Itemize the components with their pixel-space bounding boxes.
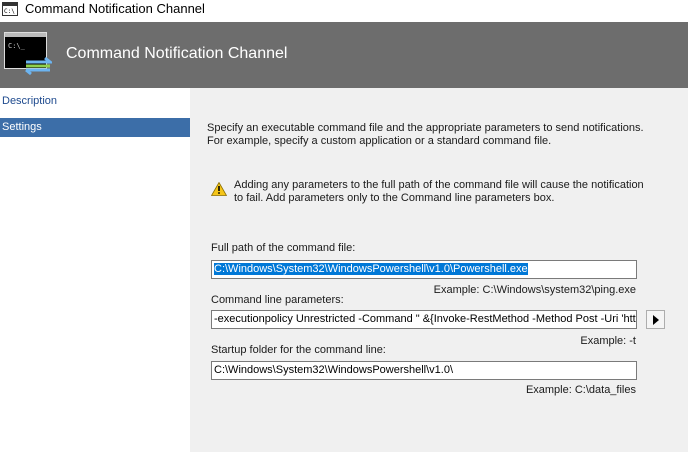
warning-icon: [211, 182, 227, 196]
warning-line: to fail. Add parameters only to the Comm…: [234, 192, 555, 204]
full-path-label: Full path of the command file:: [211, 242, 356, 254]
sidebar: Description Settings: [0, 88, 190, 452]
triangle-right-icon: [653, 315, 659, 325]
terminal-icon: C:\: [2, 2, 18, 16]
warning-line: Adding any parameters to the full path o…: [234, 179, 644, 191]
startup-folder-example: Example: C:\data_files: [525, 384, 636, 396]
command-line-input[interactable]: -executionpolicy Unrestricted -Command "…: [211, 310, 637, 329]
svg-text:C:\: C:\: [4, 8, 15, 15]
startup-folder-value: C:\Windows\System32\WindowsPowershell\v1…: [214, 364, 454, 376]
title-bar: C:\ Command Notification Channel: [0, 0, 688, 22]
command-line-label: Command line parameters:: [211, 294, 344, 306]
intro-line: Specify an executable command file and t…: [207, 122, 644, 134]
command-channel-icon: C:\_: [4, 32, 52, 76]
settings-panel: Specify an executable command file and t…: [190, 88, 688, 452]
command-line-example: Example: -t: [580, 335, 636, 347]
insert-parameter-button[interactable]: [646, 310, 665, 329]
sidebar-item-description[interactable]: Description: [0, 92, 190, 111]
full-path-example: Example: C:\Windows\system32\ping.exe: [433, 284, 636, 296]
header-title: Command Notification Channel: [66, 45, 288, 62]
startup-folder-input[interactable]: C:\Windows\System32\WindowsPowershell\v1…: [211, 361, 637, 380]
command-line-value: -executionpolicy Unrestricted -Command "…: [214, 313, 637, 325]
svg-text:C:\_: C:\_: [8, 42, 26, 50]
window-title: Command Notification Channel: [25, 1, 205, 16]
startup-folder-label: Startup folder for the command line:: [211, 344, 386, 356]
intro-text: Specify an executable command file and t…: [207, 122, 677, 148]
header-banner: C:\_ Command Notification Channel: [0, 22, 688, 88]
full-path-value: C:\Windows\System32\WindowsPowershell\v1…: [214, 263, 528, 275]
sidebar-item-settings[interactable]: Settings: [0, 118, 190, 137]
intro-line: For example, specify a custom applicatio…: [207, 135, 552, 147]
full-path-input[interactable]: C:\Windows\System32\WindowsPowershell\v1…: [211, 260, 637, 279]
warning-text: Adding any parameters to the full path o…: [234, 179, 674, 205]
